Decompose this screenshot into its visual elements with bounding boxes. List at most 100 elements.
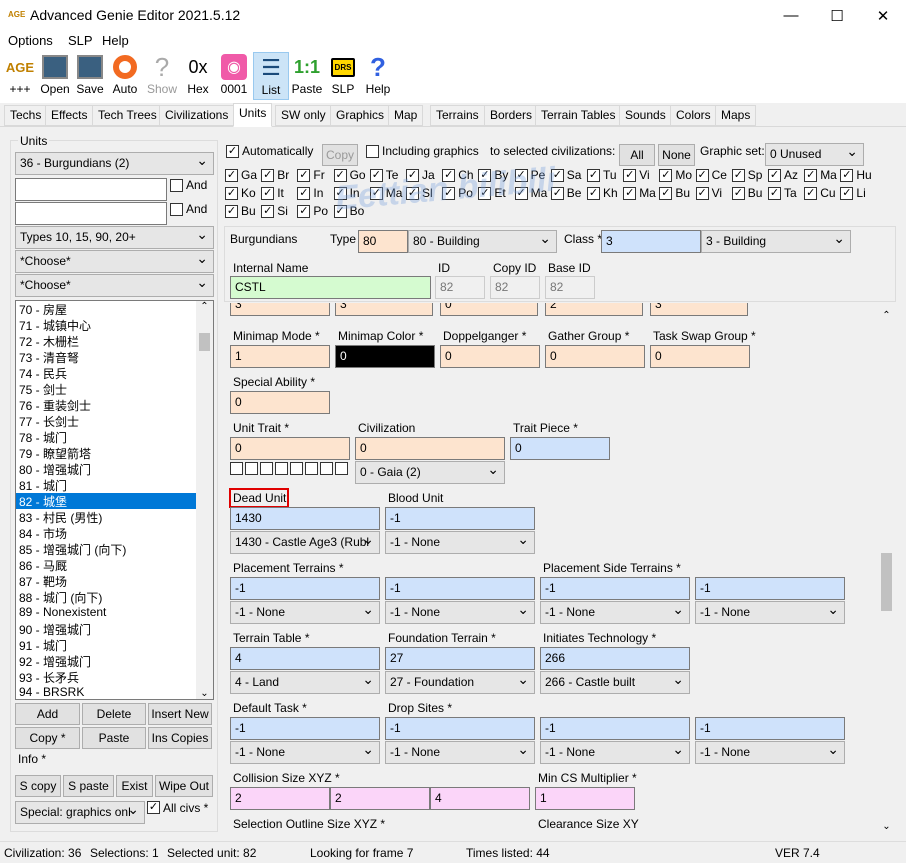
partial-field-1[interactable]: 3 bbox=[230, 303, 330, 316]
unit-list[interactable]: 70 - 房屋 71 - 城镇中心 72 - 木栅栏 73 - 清音弩 74 - 民兵 7… bbox=[15, 300, 214, 700]
unit-list-item[interactable]: 86 - 马厩 bbox=[16, 557, 198, 573]
unit-list-item[interactable]: 82 - 城堡 bbox=[16, 493, 198, 509]
dead-unit-select[interactable]: 1430 - Castle Age3 (Rubl bbox=[230, 531, 380, 554]
tab-terrains[interactable]: Terrains bbox=[430, 105, 485, 126]
type-select[interactable]: 80 - Building bbox=[408, 230, 557, 253]
partial-field-2[interactable]: 3 bbox=[335, 303, 433, 316]
tab-units[interactable]: Units bbox=[233, 103, 273, 127]
dead-unit-field[interactable]: 1430 bbox=[230, 507, 380, 530]
internal-name-field[interactable]: CSTL bbox=[230, 276, 431, 299]
civ-checkbox[interactable]: ✓ bbox=[840, 169, 854, 182]
civ-checkbox[interactable]: ✓ bbox=[297, 187, 311, 200]
form-scroll-up-icon[interactable]: ⌃ bbox=[878, 310, 895, 321]
unit-trait-flag-checkbox[interactable] bbox=[230, 462, 243, 475]
civ-checkbox[interactable]: ✓ bbox=[659, 169, 673, 182]
minimize-button[interactable]: — bbox=[768, 0, 814, 31]
tab-borders[interactable]: Borders bbox=[484, 105, 539, 126]
unit-list-item[interactable]: 72 - 木栅栏 bbox=[16, 333, 198, 349]
delete-button[interactable]: Delete bbox=[82, 703, 146, 725]
placement-side-field-1[interactable]: -1 bbox=[540, 577, 690, 600]
civ-checkbox[interactable]: ✓ bbox=[840, 187, 854, 200]
civ-checkbox[interactable]: ✓ bbox=[804, 187, 818, 200]
unit-trait-flag-checkbox[interactable] bbox=[245, 462, 258, 475]
toolbar-paste-button[interactable]: 1:1 Paste bbox=[289, 52, 325, 100]
unit-list-item[interactable]: 71 - 城镇中心 bbox=[16, 317, 198, 333]
form-scroll-down-icon[interactable]: ⌄ bbox=[878, 821, 895, 832]
tab-maps[interactable]: Maps bbox=[715, 105, 757, 126]
civ-select[interactable]: 36 - Burgundians (2) bbox=[15, 152, 214, 175]
menu-options[interactable]: Options bbox=[8, 33, 53, 48]
ins-copies-button[interactable]: Ins Copies bbox=[148, 727, 212, 749]
unit-list-item[interactable]: 79 - 瞭望箭塔 bbox=[16, 445, 198, 461]
civ-checkbox[interactable]: ✓ bbox=[587, 187, 600, 200]
unit-list-item[interactable]: 77 - 长剑士 bbox=[16, 413, 198, 429]
close-button[interactable]: ✕ bbox=[860, 0, 906, 31]
special-ability-field[interactable]: 0 bbox=[230, 391, 330, 414]
civ-checkbox[interactable]: ✓ bbox=[695, 169, 709, 182]
blood-unit-select[interactable]: -1 - None bbox=[385, 531, 535, 554]
unit-list-item[interactable]: 84 - 市场 bbox=[16, 525, 198, 541]
filter-select-1[interactable]: *Choose* bbox=[15, 250, 214, 273]
none-button[interactable]: None bbox=[658, 144, 695, 166]
class-select[interactable]: 3 - Building bbox=[701, 230, 851, 253]
drop-site-field-2[interactable]: -1 bbox=[540, 717, 690, 740]
civ-checkbox[interactable]: ✓ bbox=[225, 187, 238, 200]
all-button[interactable]: All bbox=[619, 144, 655, 166]
unit-list-item[interactable]: 78 - 城门 bbox=[16, 429, 198, 445]
tab-sw-only[interactable]: SW only bbox=[275, 105, 332, 126]
tab-effects[interactable]: Effects bbox=[45, 105, 94, 126]
automatically-checkbox[interactable]: ✓ bbox=[226, 145, 239, 158]
menu-slp[interactable]: SLP bbox=[68, 33, 93, 48]
unit-list-item[interactable]: 87 - 靶场 bbox=[16, 573, 198, 589]
unit-trait-flag-checkbox[interactable] bbox=[290, 462, 303, 475]
toolbar-open-button[interactable]: Open bbox=[37, 52, 73, 100]
civilization-field[interactable]: 0 bbox=[355, 437, 505, 460]
unit-list-item[interactable]: 94 - BRSRK bbox=[16, 685, 198, 699]
tab-tech-trees[interactable]: Tech Trees bbox=[92, 105, 163, 126]
types-select[interactable]: Types 10, 15, 90, 20+ bbox=[15, 226, 214, 249]
unit-trait-flag-checkbox[interactable] bbox=[335, 462, 348, 475]
unit-list-item[interactable]: 91 - 城门 bbox=[16, 637, 198, 653]
copy-civ-button[interactable]: Copy bbox=[322, 144, 358, 166]
unit-trait-flag-checkbox[interactable] bbox=[305, 462, 318, 475]
placement-terrain-select-1[interactable]: -1 - None bbox=[230, 601, 380, 624]
civ-checkbox[interactable]: ✓ bbox=[261, 205, 275, 218]
placement-terrain-field-2[interactable]: -1 bbox=[385, 577, 535, 600]
unit-trait-flag-checkbox[interactable] bbox=[260, 462, 273, 475]
tab-terrain-tables[interactable]: Terrain Tables bbox=[535, 105, 622, 126]
civ-checkbox[interactable]: ✓ bbox=[768, 169, 781, 182]
tab-civilizations[interactable]: Civilizations bbox=[159, 105, 235, 126]
civ-checkbox[interactable]: ✓ bbox=[297, 169, 311, 182]
unit-list-item[interactable]: 85 - 增强城门 (向下) bbox=[16, 541, 198, 557]
and-checkbox-1[interactable] bbox=[170, 179, 183, 192]
scroll-down-icon[interactable]: ⌄ bbox=[196, 688, 213, 699]
default-task-field[interactable]: -1 bbox=[230, 717, 380, 740]
class-field[interactable]: 3 bbox=[601, 230, 701, 253]
placement-side-field-2[interactable]: -1 bbox=[695, 577, 845, 600]
toolbar-0001-button[interactable]: ◉ 0001 bbox=[216, 52, 252, 100]
unit-list-item[interactable]: 74 - 民兵 bbox=[16, 365, 198, 381]
civ-checkbox[interactable]: ✓ bbox=[623, 187, 637, 200]
toolbar-slp-button[interactable]: DRS SLP bbox=[325, 52, 361, 100]
foundation-terrain-select[interactable]: 27 - Foundation bbox=[385, 671, 535, 694]
partial-field-3[interactable]: 0 bbox=[440, 303, 538, 316]
drop-site-select-3[interactable]: -1 - None bbox=[695, 741, 845, 764]
search-input-2[interactable] bbox=[15, 202, 167, 225]
unit-list-item[interactable]: 70 - 房屋 bbox=[16, 301, 198, 317]
civ-checkbox[interactable]: ✓ bbox=[225, 205, 238, 218]
all-civs-checkbox[interactable]: ✓ bbox=[147, 801, 160, 814]
collision-y-field[interactable]: 2 bbox=[330, 787, 430, 810]
filter-select-2[interactable]: *Choose* bbox=[15, 274, 214, 297]
tab-colors[interactable]: Colors bbox=[670, 105, 717, 126]
toolbar-age-button[interactable]: AGE +++ bbox=[2, 52, 38, 100]
toolbar-help-button[interactable]: ? Help bbox=[360, 52, 396, 100]
maximize-button[interactable]: ☐ bbox=[814, 0, 860, 31]
partial-field-4[interactable]: 2 bbox=[545, 303, 643, 316]
insert-new-button[interactable]: Insert New bbox=[148, 703, 212, 725]
unit-list-item[interactable]: 75 - 剑士 bbox=[16, 381, 198, 397]
unit-trait-flag-checkbox[interactable] bbox=[275, 462, 288, 475]
including-graphics-checkbox[interactable] bbox=[366, 145, 379, 158]
partial-field-5[interactable]: 3 bbox=[650, 303, 748, 316]
placement-side-select-1[interactable]: -1 - None bbox=[540, 601, 690, 624]
unit-list-item[interactable]: 92 - 增强城门 bbox=[16, 653, 198, 669]
